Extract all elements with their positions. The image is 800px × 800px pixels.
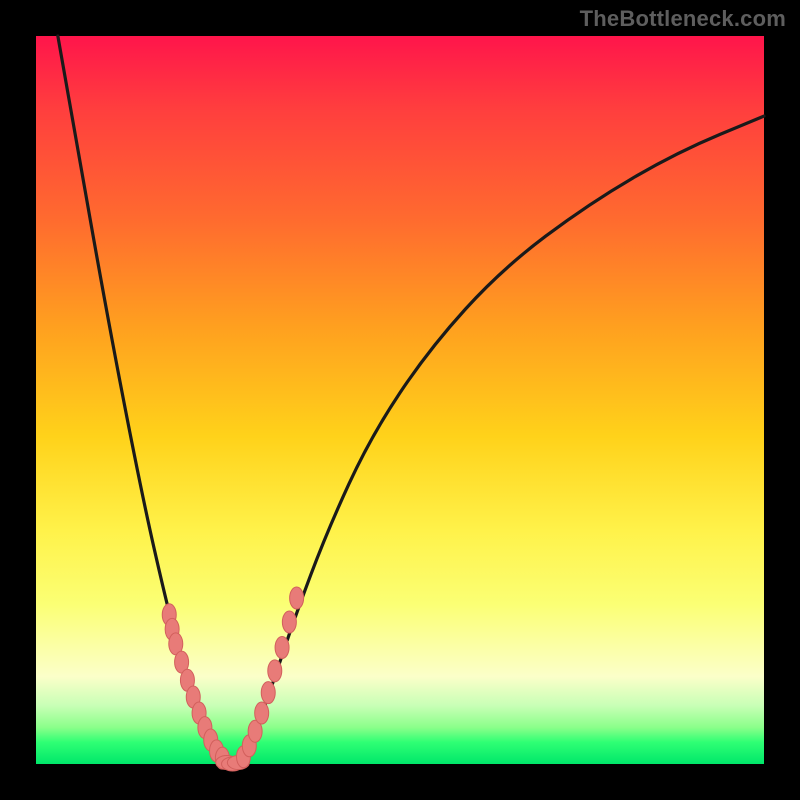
- data-markers: [162, 587, 303, 771]
- data-marker: [268, 660, 282, 682]
- bottleneck-curve: [58, 36, 764, 764]
- data-marker: [275, 637, 289, 659]
- data-marker: [290, 587, 304, 609]
- curve-right-branch: [240, 116, 764, 764]
- watermark-text: TheBottleneck.com: [580, 6, 786, 32]
- curve-layer: [36, 36, 764, 764]
- data-marker: [261, 682, 275, 704]
- data-marker: [255, 702, 269, 724]
- curve-left-branch: [58, 36, 225, 764]
- chart-frame: TheBottleneck.com: [0, 0, 800, 800]
- data-marker: [282, 611, 296, 633]
- plot-area: [36, 36, 764, 764]
